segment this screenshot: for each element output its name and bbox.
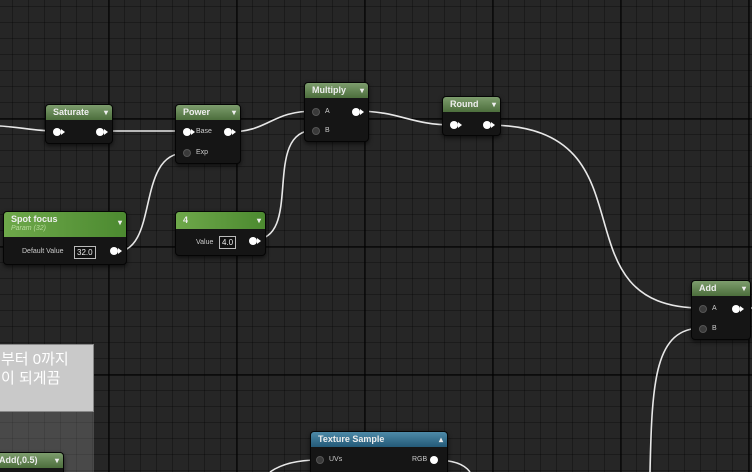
node-header[interactable]: 4 ▾ (176, 212, 265, 229)
triangle-right-icon (191, 129, 195, 135)
multiply-output-pin[interactable] (352, 108, 360, 116)
constant-value-field[interactable]: 4.0 (219, 236, 237, 249)
node-title: Spot focus (11, 214, 58, 224)
chevron-down-icon[interactable]: ▾ (232, 105, 236, 120)
chevron-down-icon[interactable]: ▾ (257, 212, 261, 229)
graph-canvas[interactable]: Saturate ▾ Power ▾ Base Exp Multiply ▾ A B … (0, 0, 752, 472)
round-input-pin[interactable] (450, 121, 458, 129)
triangle-right-icon (458, 122, 462, 128)
triangle-right-icon (360, 109, 364, 115)
wire-round-to-add[interactable] (487, 124, 703, 309)
triangle-right-icon (491, 122, 495, 128)
saturate-output-pin[interactable] (96, 128, 104, 136)
pin-label-a: A (325, 108, 330, 115)
power-output-pin[interactable] (224, 128, 232, 136)
node-spot-focus-param[interactable]: Spot focus Param (32) ▾ Default Value 32.0 (3, 211, 127, 265)
comment-line-2: 이 되게끔 (1, 370, 61, 387)
pin-label-default-value: Default Value (22, 248, 64, 255)
chevron-down-icon[interactable]: ▾ (742, 281, 746, 296)
spot-focus-output-pin[interactable] (110, 247, 118, 255)
node-header[interactable]: Add(,0.5) ▾ (0, 453, 63, 468)
node-multiply[interactable]: Multiply ▾ A B (304, 82, 369, 142)
default-value-field[interactable]: 32.0 (74, 246, 96, 259)
pin-label-b: B (712, 325, 717, 332)
triangle-right-icon (232, 129, 236, 135)
node-header[interactable]: Round ▾ (443, 97, 500, 112)
node-header[interactable]: Saturate ▾ (46, 105, 112, 120)
node-header[interactable]: Texture Sample ▴ (311, 432, 447, 447)
comment-line-1: 부터 0까지 (1, 351, 69, 368)
chevron-down-icon[interactable]: ▾ (55, 453, 59, 468)
node-saturate[interactable]: Saturate ▾ (45, 104, 113, 144)
node-title: Round (450, 99, 479, 109)
triangle-right-icon (740, 306, 744, 312)
constant-output-pin[interactable] (249, 237, 257, 245)
node-title: Add (699, 283, 717, 293)
triangle-right-icon (118, 248, 122, 254)
pin-label-exp: Exp (196, 149, 209, 156)
add-b-pin[interactable] (699, 325, 707, 333)
wire-multiply-to-round[interactable] (355, 110, 454, 126)
comment-box[interactable]: 부터 0까지 이 되게끔 (0, 344, 94, 412)
pin-label-uvs: UVs (329, 456, 343, 463)
multiply-a-pin[interactable] (312, 108, 320, 116)
node-title: Texture Sample (318, 434, 385, 444)
pin-label-b: B (325, 127, 330, 134)
texture-uvs-pin[interactable] (316, 456, 324, 464)
texture-rgb-output-pin[interactable] (430, 456, 438, 464)
node-add[interactable]: Add ▾ A B (691, 280, 751, 340)
pin-label-a: A (712, 305, 717, 312)
node-title: 4 (183, 215, 189, 225)
node-title: Add(,0.5) (0, 455, 38, 465)
wire-power-to-multiply[interactable] (227, 110, 316, 133)
chevron-down-icon[interactable]: ▾ (104, 105, 108, 120)
node-power[interactable]: Power ▾ Base Exp (175, 104, 241, 164)
multiply-b-pin[interactable] (312, 127, 320, 135)
triangle-right-icon (104, 129, 108, 135)
node-header[interactable]: Power ▾ (176, 105, 240, 120)
node-constant[interactable]: 4 ▾ Value 4.0 (175, 211, 266, 256)
node-texture-sample[interactable]: Texture Sample ▴ UVs RGB (310, 431, 448, 472)
triangle-right-icon (257, 238, 261, 244)
saturate-input-pin[interactable] (53, 128, 61, 136)
node-title: Power (183, 107, 211, 117)
add-a-pin[interactable] (699, 305, 707, 313)
add-output-pin[interactable] (732, 305, 740, 313)
power-exp-pin[interactable] (183, 149, 191, 157)
chevron-down-icon[interactable]: ▾ (360, 83, 364, 98)
node-header[interactable]: Add ▾ (692, 281, 750, 296)
pin-label-base: Base (196, 128, 212, 135)
power-base-pin[interactable] (183, 128, 191, 136)
node-title: Multiply (312, 85, 346, 95)
pin-label-rgb: RGB (412, 456, 428, 463)
chevron-up-icon[interactable]: ▴ (439, 432, 443, 447)
node-subtitle: Param (32) (11, 225, 47, 232)
chevron-down-icon[interactable]: ▾ (118, 218, 122, 227)
wire-into-add-b[interactable] (649, 327, 703, 472)
node-add-partial[interactable]: Add(,0.5) ▾ (0, 452, 64, 472)
round-output-pin[interactable] (483, 121, 491, 129)
triangle-right-icon (61, 129, 65, 135)
node-title: Saturate (53, 107, 90, 117)
pin-label-value: Value (196, 239, 214, 246)
node-header[interactable]: Multiply ▾ (305, 83, 368, 98)
node-round[interactable]: Round ▾ (442, 96, 501, 136)
chevron-down-icon[interactable]: ▾ (492, 97, 496, 112)
node-header[interactable]: Spot focus Param (32) ▾ (4, 212, 126, 237)
